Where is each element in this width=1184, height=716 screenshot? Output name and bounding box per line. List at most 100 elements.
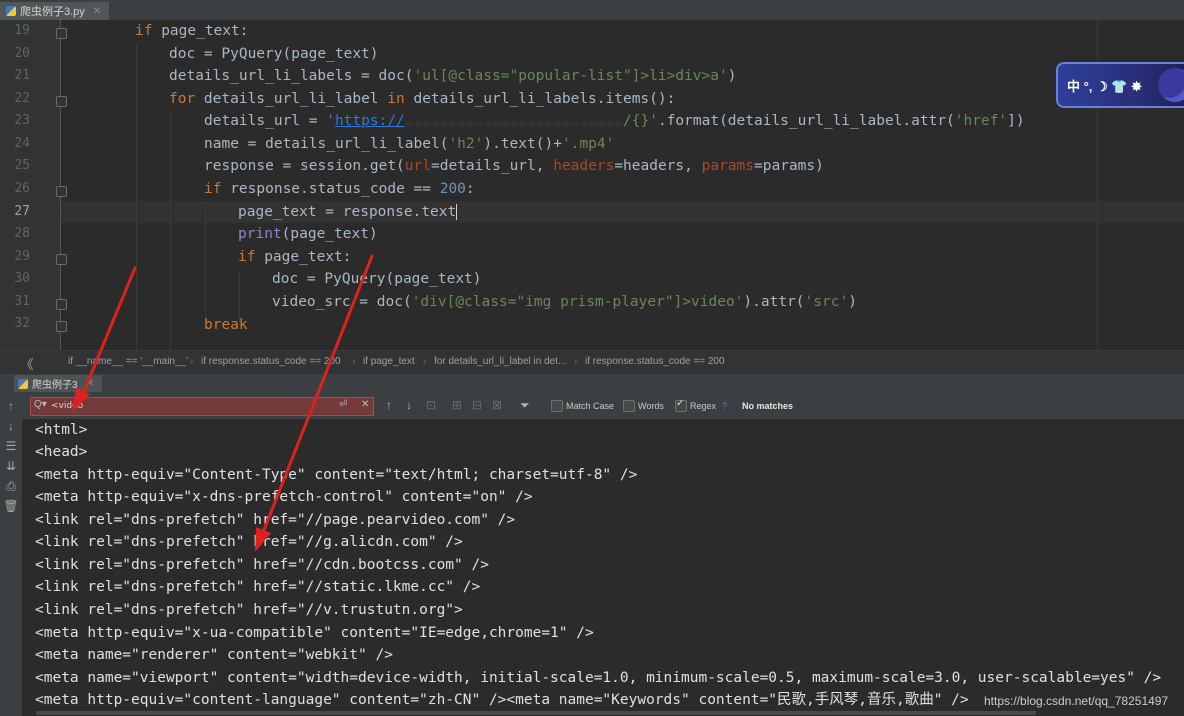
search-status: No matches [742, 401, 794, 411]
regex-checkbox[interactable] [675, 398, 687, 412]
code-text: ).attr( [743, 294, 805, 310]
console-line: <link rel="dns-prefetch" href="//cdn.boo… [35, 557, 489, 573]
code-editor[interactable]: 19 20 21 22 23 24 25 26 27 28 29 30 31 3… [0, 20, 1184, 350]
url-link[interactable]: https:// [335, 113, 405, 129]
console-line: <html> [35, 422, 88, 438]
arrow-up-icon[interactable]: ↑ [3, 398, 19, 414]
ime-status-text[interactable]: 中 °, ☽ 👕 ✸ [1067, 76, 1142, 95]
clear-icon[interactable]: ✕ [361, 399, 369, 410]
code-text: ]) [1007, 113, 1025, 129]
fold-marker-icon[interactable] [56, 321, 67, 332]
filter-icon[interactable]: ⏷ [520, 398, 530, 413]
watermark: https://blog.csdn.net/qq_78251497 [984, 694, 1169, 708]
previous-occurrence-icon[interactable]: ↑ [386, 398, 392, 412]
ime-toolbar[interactable]: 中 °, ☽ 👕 ✸ [1056, 62, 1184, 108]
console-line: <link rel="dns-prefetch" href="//static.… [35, 579, 481, 595]
run-tab-bar: 爬虫例子3 ✕ [0, 374, 1184, 394]
regex-help-link[interactable]: ? [722, 401, 727, 411]
line-number: 20 [14, 46, 30, 61]
breadcrumb-item[interactable]: if response.status_code == 200 [201, 356, 341, 367]
console-line: <meta http-equiv="Content-Type" content=… [35, 467, 638, 483]
editor-tab[interactable]: 爬虫例子3.py ✕ [0, 2, 110, 22]
select-all-occurrences-icon[interactable]: ⊠ [492, 398, 502, 412]
keyword: for [169, 91, 196, 107]
code-text: response.status_code == [221, 181, 440, 197]
close-icon[interactable]: ✕ [86, 378, 94, 389]
console-output[interactable]: <html> <head> <meta http-equiv="Content-… [22, 419, 1184, 716]
string-literal: 'ul[@class="popular-list"]>li>div>a' [413, 68, 728, 84]
breadcrumb-separator-icon: › [352, 356, 356, 367]
console-line: <link rel="dns-prefetch" href="//v.trust… [35, 602, 463, 618]
breadcrumb-separator-icon: › [423, 356, 427, 367]
code-text: ) [848, 294, 857, 310]
string-literal: 'href' [954, 113, 1008, 129]
code-text: ()+ [535, 136, 562, 152]
console-line: <meta name="viewport" content="width=dev… [35, 670, 1162, 686]
code-text: =details_url, [431, 158, 554, 174]
match-case-checkbox[interactable] [551, 400, 563, 412]
code-line-23: details_url = 'https://.................… [204, 110, 1025, 132]
keyword: if [204, 181, 222, 197]
editor-tab-label: 爬虫例子3.py [20, 6, 85, 18]
fold-marker-icon[interactable] [56, 96, 67, 107]
double-chevron-left-icon[interactable]: 《 [12, 353, 42, 373]
new-line-icon[interactable]: ⏎ [339, 399, 347, 410]
run-tab-label: 爬虫例子3 [32, 380, 78, 391]
keyword: break [204, 317, 248, 333]
find-all-icon[interactable]: ⊡ [426, 398, 436, 412]
console-line: <meta http-equiv="content-language" cont… [35, 692, 969, 708]
breadcrumb: 《 if __name__ == '__main__' › if respons… [0, 350, 1184, 375]
code-text: details_url_li_label [195, 91, 388, 107]
print-icon[interactable]: ⎙ [3, 478, 19, 494]
code-text: ) [727, 68, 737, 84]
search-box[interactable]: Q▾ ⏎ ✕ [30, 397, 374, 416]
fold-marker-icon[interactable] [56, 186, 67, 197]
add-occurrence-icon[interactable]: ⊞ [452, 398, 462, 412]
fold-marker-icon[interactable] [56, 299, 67, 310]
moon-icon [1158, 68, 1184, 102]
string-literal: 'h2' [448, 136, 484, 152]
words-label[interactable]: Words [638, 401, 664, 411]
keyword: in [387, 91, 405, 107]
run-toolbar: ↑ ↓ ☰ ⇊ ⎙ 🗑 [0, 392, 23, 716]
code-text: page_text = response. [238, 204, 422, 220]
code-text: =params) [754, 158, 824, 174]
remove-occurrence-icon[interactable]: ⊟ [472, 398, 482, 412]
line-number: 24 [14, 136, 30, 151]
breadcrumb-item[interactable]: if response.status_code == 200 [585, 356, 725, 367]
search-input[interactable] [51, 399, 331, 413]
editor-tab-bar: 爬虫例子3.py ✕ [0, 0, 1184, 22]
breadcrumb-item[interactable]: if page_text [363, 356, 415, 367]
code-line-31: video_src = doc('div[@class="img prism-p… [272, 291, 857, 313]
breadcrumb-item[interactable]: if __name__ == '__main__' [68, 356, 188, 367]
trash-icon[interactable]: 🗑 [3, 498, 19, 514]
line-number: 30 [14, 271, 30, 286]
arrow-down-icon[interactable]: ↓ [3, 418, 19, 434]
python-run-icon [18, 378, 28, 389]
breadcrumb-item[interactable]: for details_url_li_label in det... [434, 356, 566, 367]
keyword-argument: url [404, 158, 431, 174]
code-text: (page_text) [281, 226, 378, 242]
words-checkbox[interactable] [623, 400, 635, 412]
scroll-to-end-icon[interactable]: ⇊ [3, 458, 19, 474]
string-literal: 'div[@class="img prism-player"]>video' [411, 294, 744, 310]
search-icon[interactable]: Q▾ [34, 399, 47, 410]
console-line: <meta http-equiv="x-ua-compatible" conte… [35, 625, 594, 641]
fold-marker-icon[interactable] [56, 254, 67, 265]
indent-guide [205, 202, 206, 322]
redacted-text: ......................... [404, 113, 624, 129]
soft-wrap-icon[interactable]: ☰ [3, 438, 19, 454]
match-case-label[interactable]: Match Case [566, 401, 614, 411]
keyword: if [238, 249, 256, 265]
horizontal-scrollbar[interactable] [36, 711, 1036, 715]
regex-label[interactable]: Regex [690, 401, 716, 411]
fold-marker-icon[interactable] [56, 28, 67, 39]
breadcrumb-separator-icon: › [190, 356, 194, 367]
current-line-highlight [61, 201, 1184, 223]
close-icon[interactable]: ✕ [93, 6, 101, 17]
next-occurrence-icon[interactable]: ↓ [406, 398, 412, 412]
string-literal: /{}' [623, 113, 658, 129]
keyword-argument: params [701, 158, 755, 174]
line-gutter: 19 20 21 22 23 24 25 26 27 28 29 30 31 3… [0, 20, 61, 350]
python-file-icon [6, 6, 16, 16]
